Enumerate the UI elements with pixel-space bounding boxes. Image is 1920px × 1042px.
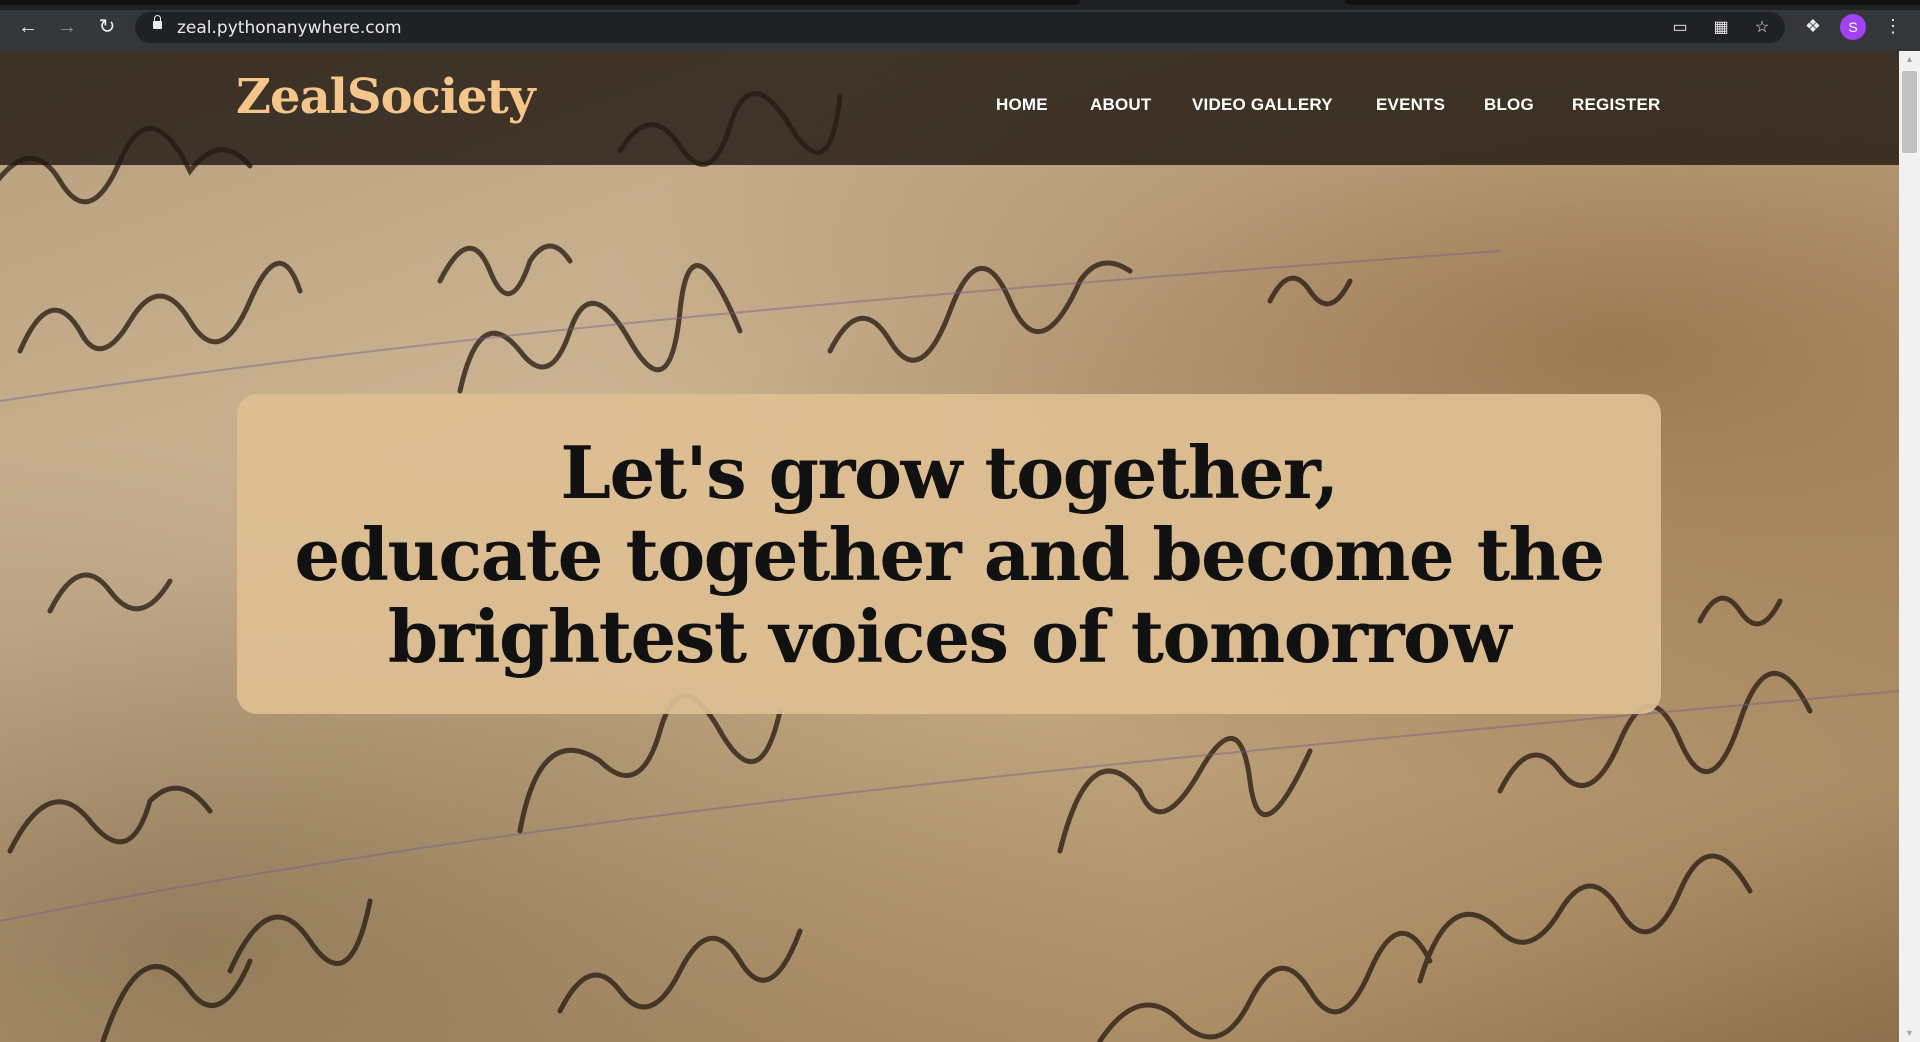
- scroll-thumb[interactable]: [1902, 71, 1917, 153]
- tab-strip: [0, 0, 1920, 10]
- hero-line-1: Let's grow together,: [560, 430, 1339, 515]
- star-icon[interactable]: ☆: [1751, 17, 1773, 39]
- arrow-right-icon[interactable]: →: [53, 13, 81, 41]
- site-logo[interactable]: ZealSociety: [236, 69, 536, 125]
- lock-icon[interactable]: [153, 15, 162, 29]
- page-scrollbar[interactable]: ▲ ▼: [1899, 51, 1920, 1042]
- nav-blog[interactable]: BLOG: [1484, 95, 1534, 115]
- nav-video-gallery[interactable]: VIDEO GALLERY: [1192, 95, 1333, 115]
- hero-line-2: educate together and become the: [294, 512, 1605, 597]
- hero-banner: Let's grow together, educate together an…: [237, 394, 1661, 714]
- nav-events[interactable]: EVENTS: [1376, 95, 1445, 115]
- reload-icon[interactable]: ↻: [93, 13, 121, 41]
- page-viewport: ZealSociety HOME ABOUT VIDEO GALLERY EVE…: [0, 51, 1899, 1042]
- url-text[interactable]: zeal.pythonanywhere.com: [177, 18, 402, 38]
- scroll-down-icon[interactable]: ▼: [1899, 1025, 1920, 1042]
- profile-avatar[interactable]: S: [1840, 14, 1866, 40]
- nav-register[interactable]: REGISTER: [1572, 95, 1661, 115]
- puzzle-icon[interactable]: ❖: [1800, 13, 1826, 39]
- nav-about[interactable]: ABOUT: [1090, 95, 1151, 115]
- arrow-left-icon[interactable]: ←: [14, 13, 42, 41]
- qr-code-icon[interactable]: ▦: [1710, 17, 1732, 39]
- tab-right[interactable]: [1345, 0, 1920, 5]
- cast-icon[interactable]: ▭: [1669, 17, 1691, 39]
- tab-left[interactable]: [0, 0, 1080, 5]
- hero-line-3: brightest voices of tomorrow: [387, 594, 1512, 679]
- more-vertical-icon[interactable]: ⋮: [1880, 13, 1906, 39]
- site-header: ZealSociety HOME ABOUT VIDEO GALLERY EVE…: [0, 51, 1899, 165]
- address-bar[interactable]: zeal.pythonanywhere.com ▭ ▦ ☆: [135, 12, 1785, 43]
- browser-toolbar: ← → ↻ zeal.pythonanywhere.com ▭ ▦ ☆ ❖ S …: [0, 0, 1920, 51]
- nav-home[interactable]: HOME: [996, 95, 1048, 115]
- scroll-up-icon[interactable]: ▲: [1899, 51, 1920, 68]
- hero-heading: Let's grow together, educate together an…: [237, 432, 1661, 678]
